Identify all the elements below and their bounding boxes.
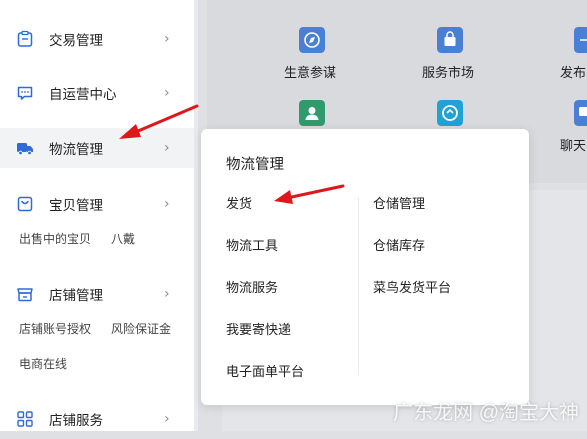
arrow-to-ship-icon	[274, 184, 345, 204]
watermark: 广东龙网 @淘宝大神	[393, 402, 579, 424]
arrow-to-logistics-icon	[119, 104, 199, 139]
annotation-arrows	[119, 104, 345, 204]
